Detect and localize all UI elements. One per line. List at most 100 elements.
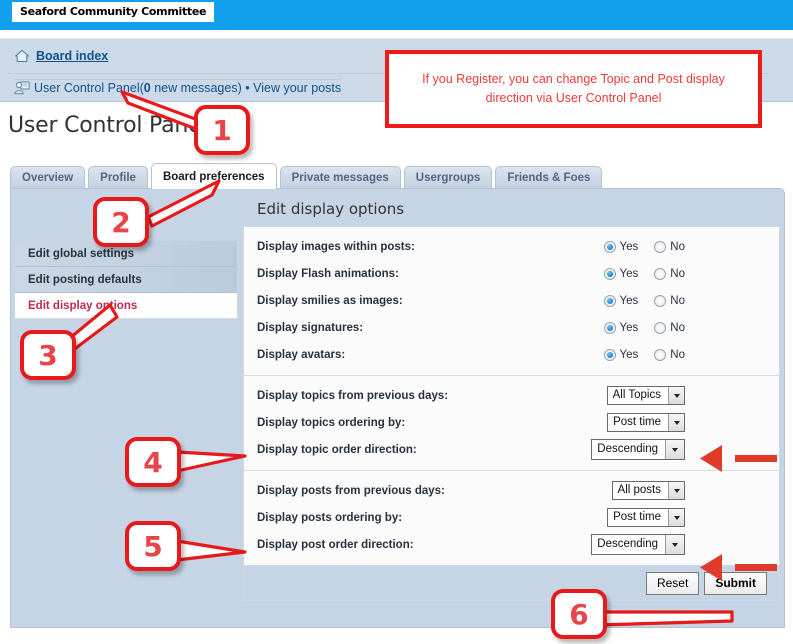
- row-display-post-order-direction: Display post order direction: Descending: [244, 531, 779, 558]
- ucp-new-message-count: 0: [143, 80, 151, 95]
- radio-signatures-yes[interactable]: [603, 321, 616, 334]
- user-icon: [14, 80, 30, 95]
- select-topic-order-direction[interactable]: Descending: [591, 439, 685, 460]
- breadcrumb-board-index[interactable]: Board index: [36, 49, 108, 63]
- row-display-topics-previous-days: Display topics from previous days: All T…: [244, 382, 779, 409]
- page-title: User Control Panel: [8, 113, 208, 138]
- radio-avatars-no[interactable]: [654, 348, 667, 361]
- select-topics-ordering-by-value: Post time: [613, 416, 661, 428]
- radiogroup-display-images-within-posts: Yes No: [603, 240, 685, 253]
- tab-private-messages[interactable]: Private messages: [279, 166, 401, 189]
- row-display-signatures: Display signatures: Yes No: [244, 314, 779, 341]
- radiogroup-display-signatures: Yes No: [603, 321, 685, 334]
- content-heading: Edit display options: [243, 193, 780, 226]
- label-display-topics-previous-days: Display topics from previous days:: [257, 389, 449, 402]
- ucp-nav-text: User Control Panel(0 new messages) • Vie…: [34, 81, 341, 95]
- select-post-order-direction-value: Descending: [597, 538, 658, 550]
- select-posts-ordering-by[interactable]: Post time: [607, 508, 685, 527]
- label-display-flash-animations: Display Flash animations:: [257, 267, 399, 280]
- tab-overview[interactable]: Overview: [10, 166, 86, 189]
- annotation-marker-2: 2: [93, 197, 149, 247]
- select-topics-ordering-by[interactable]: Post time: [607, 413, 685, 432]
- reset-button[interactable]: Reset: [645, 571, 700, 595]
- select-posts-ordering-by-value: Post time: [613, 511, 661, 523]
- fieldset-topics: Display topics from previous days: All T…: [244, 375, 779, 470]
- radiogroup-display-flash-animations: Yes No: [603, 267, 685, 280]
- select-posts-previous-days-value: All posts: [617, 484, 661, 496]
- sidebar-item-edit-display-options[interactable]: Edit display options: [15, 293, 237, 319]
- submit-button[interactable]: Submit: [704, 571, 767, 595]
- annotation-marker-3: 3: [20, 330, 76, 380]
- radio-images-no-label: No: [670, 240, 685, 253]
- row-display-topic-order-direction: Display topic order direction: Descendin…: [244, 436, 779, 463]
- nav-separator: •: [245, 80, 250, 95]
- radiogroup-display-smilies-as-images: Yes No: [603, 294, 685, 307]
- label-display-topic-order-direction: Display topic order direction:: [257, 443, 417, 456]
- select-post-order-direction[interactable]: Descending: [591, 534, 685, 555]
- breadcrumb: Board index: [14, 49, 108, 63]
- fieldset-posts: Display posts from previous days: All po…: [244, 470, 779, 565]
- ucp-link[interactable]: User Control Panel: [34, 81, 140, 95]
- label-display-images-within-posts: Display images within posts:: [257, 240, 415, 253]
- annotation-marker-1: 1: [194, 105, 250, 155]
- radio-signatures-no[interactable]: [654, 321, 667, 334]
- annotation-note-box: If you Register, you can change Topic an…: [385, 50, 762, 128]
- row-display-posts-previous-days: Display posts from previous days: All po…: [244, 477, 779, 504]
- view-your-posts-link[interactable]: View your posts: [253, 81, 341, 95]
- fieldset-toggles: Display images within posts: Yes No Disp…: [244, 227, 779, 375]
- radio-images-yes[interactable]: [603, 240, 616, 253]
- home-icon: [14, 49, 30, 63]
- display-options-form: Display images within posts: Yes No Disp…: [243, 226, 780, 565]
- annotation-marker-5: 5: [125, 521, 181, 571]
- select-topics-previous-days[interactable]: All Topics: [606, 386, 685, 405]
- tab-usergroups[interactable]: Usergroups: [403, 166, 493, 189]
- radio-avatars-yes[interactable]: [603, 348, 616, 361]
- radiogroup-display-avatars: Yes No: [603, 348, 685, 361]
- row-display-smilies-as-images: Display smilies as images: Yes No: [244, 287, 779, 314]
- radio-avatars-yes-label: Yes: [619, 348, 639, 361]
- radio-signatures-no-label: No: [670, 321, 685, 334]
- radio-smilies-yes[interactable]: [603, 294, 616, 307]
- row-display-images-within-posts: Display images within posts: Yes No: [244, 233, 779, 260]
- radio-signatures-yes-label: Yes: [619, 321, 639, 334]
- select-topic-order-direction-value: Descending: [597, 443, 658, 455]
- radio-flash-yes-label: Yes: [619, 267, 639, 280]
- radio-avatars-no-label: No: [670, 348, 685, 361]
- annotation-note-text: If you Register, you can change Topic an…: [422, 72, 725, 105]
- label-display-avatars: Display avatars:: [257, 348, 346, 361]
- tab-profile[interactable]: Profile: [88, 166, 148, 189]
- radio-smilies-no-label: No: [670, 294, 685, 307]
- chevron-down-icon: [668, 482, 684, 499]
- user-nav-row: User Control Panel(0 new messages) • Vie…: [14, 79, 342, 95]
- annotation-marker-6: 6: [551, 589, 607, 639]
- tab-friends-foes[interactable]: Friends & Foes: [495, 166, 603, 189]
- annotation-marker-4: 4: [125, 437, 181, 487]
- row-display-avatars: Display avatars: Yes No: [244, 341, 779, 368]
- row-display-topics-ordering-by: Display topics ordering by: Post time: [244, 409, 779, 436]
- radio-flash-no-label: No: [670, 267, 685, 280]
- chevron-down-icon: [668, 414, 684, 431]
- row-display-flash-animations: Display Flash animations: Yes No: [244, 260, 779, 287]
- tab-board-preferences[interactable]: Board preferences: [150, 163, 277, 189]
- radio-images-no[interactable]: [654, 240, 667, 253]
- label-display-smilies-as-images: Display smilies as images:: [257, 294, 403, 307]
- radio-flash-yes[interactable]: [603, 267, 616, 280]
- chevron-down-icon: [668, 509, 684, 526]
- radio-smilies-no[interactable]: [654, 294, 667, 307]
- select-posts-previous-days[interactable]: All posts: [611, 481, 685, 500]
- ucp-count-rest: new messages): [150, 80, 242, 95]
- ucp-content: Edit display options Display images with…: [243, 193, 780, 601]
- radio-flash-no[interactable]: [654, 267, 667, 280]
- site-logo: Seaford Community Committee: [12, 2, 215, 22]
- label-display-posts-previous-days: Display posts from previous days:: [257, 484, 445, 497]
- select-topics-previous-days-value: All Topics: [612, 389, 661, 401]
- radio-images-yes-label: Yes: [619, 240, 639, 253]
- chevron-down-icon: [665, 440, 684, 459]
- label-display-posts-ordering-by: Display posts ordering by:: [257, 511, 403, 524]
- radio-smilies-yes-label: Yes: [619, 294, 639, 307]
- row-display-posts-ordering-by: Display posts ordering by: Post time: [244, 504, 779, 531]
- site-banner: Seaford Community Committee: [0, 0, 793, 30]
- label-display-post-order-direction: Display post order direction:: [257, 538, 414, 551]
- sidebar-item-edit-posting-defaults[interactable]: Edit posting defaults: [15, 267, 237, 293]
- chevron-down-icon: [665, 535, 684, 554]
